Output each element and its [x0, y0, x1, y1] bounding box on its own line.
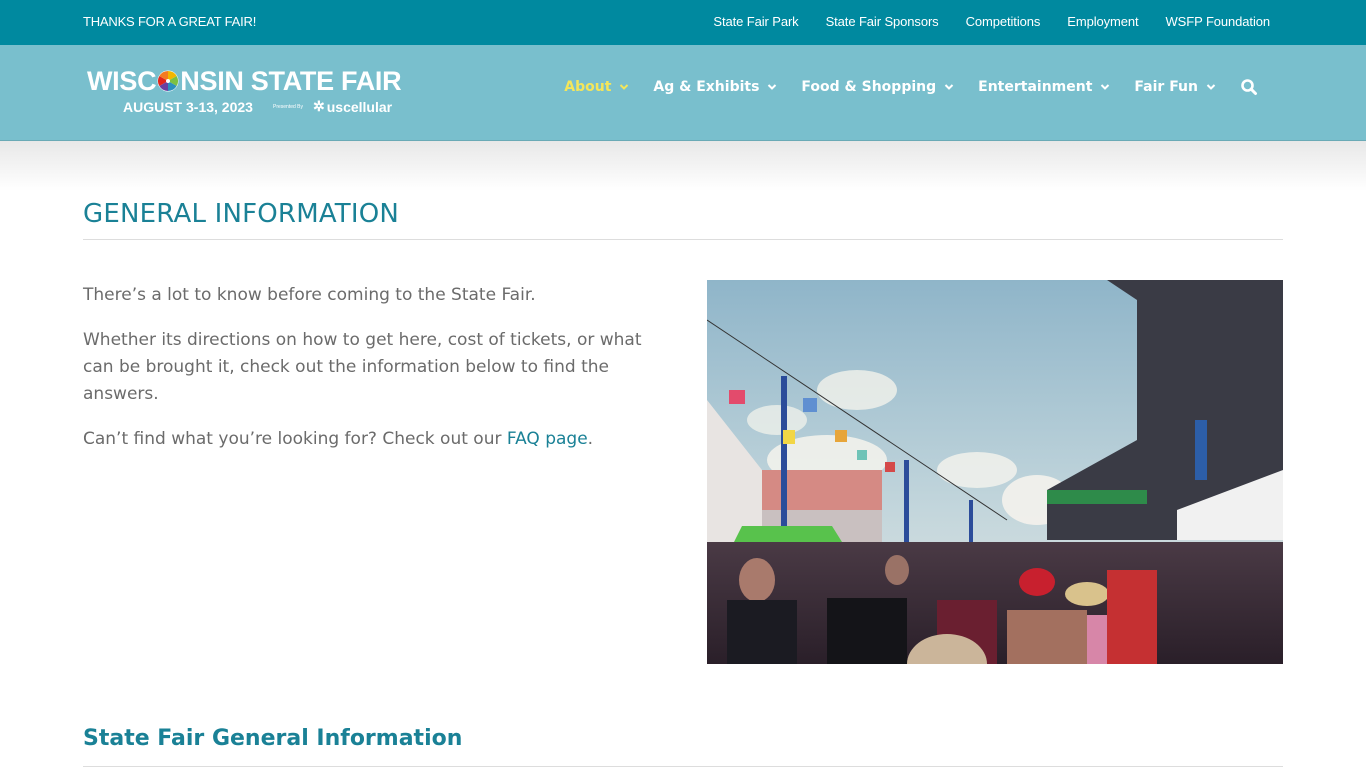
title-divider [83, 239, 1283, 240]
nav-item-food-shopping[interactable]: Food & Shopping [801, 79, 954, 95]
section-title: State Fair General Information [83, 726, 463, 751]
link-employment[interactable]: Employment [1067, 14, 1138, 29]
sponsor-logo: ✲ uscellular [313, 98, 392, 115]
nav-label: Ag & Exhibits [653, 79, 760, 95]
intro-text: There’s a lot to know before coming to t… [83, 282, 673, 471]
presented-by: Presented By [273, 104, 304, 110]
header-shadow [0, 141, 1366, 191]
fair-crowd-photo [707, 280, 1283, 664]
site-logo[interactable]: WISC NSIN STATE FAIR AUGUST 3-13, 2023 P… [87, 66, 432, 122]
nav-item-fair-fun[interactable]: Fair Fun [1134, 79, 1216, 95]
link-state-fair-park[interactable]: State Fair Park [713, 14, 798, 29]
faq-link[interactable]: FAQ page [507, 429, 588, 449]
tagline: THANKS FOR A GREAT FAIR! [83, 14, 257, 29]
logo-title: WISC NSIN STATE FAIR [87, 66, 402, 96]
link-competitions[interactable]: Competitions [966, 14, 1041, 29]
secondary-nav: State Fair Park State Fair Sponsors Comp… [713, 14, 1270, 29]
logo-title-part: WISC [87, 66, 157, 96]
nav-label: Entertainment [978, 79, 1093, 95]
chevron-down-icon [620, 84, 629, 90]
logo-title-part: NSIN STATE FAIR [180, 66, 402, 96]
fair-emblem-icon [157, 70, 179, 92]
nav-item-entertainment[interactable]: Entertainment [978, 79, 1110, 95]
link-wsfp-foundation[interactable]: WSFP Foundation [1166, 14, 1271, 29]
chevron-down-icon [1206, 84, 1216, 90]
fair-crowd-illustration [707, 280, 1283, 664]
nav-label: Food & Shopping [801, 79, 937, 95]
page-title: GENERAL INFORMATION [83, 199, 400, 229]
top-bar: THANKS FOR A GREAT FAIR! State Fair Park… [0, 0, 1366, 45]
chevron-down-icon [944, 84, 954, 90]
uscellular-star-icon: ✲ [313, 98, 325, 114]
faq-paragraph: Can’t find what you’re looking for? Chec… [83, 426, 673, 453]
faq-prefix: Can’t find what you’re looking for? Chec… [83, 429, 507, 449]
search-icon[interactable] [1240, 78, 1258, 96]
intro-paragraph: There’s a lot to know before coming to t… [83, 285, 536, 305]
nav-label: Fair Fun [1134, 79, 1198, 95]
sponsor-name: uscellular [326, 98, 393, 115]
chevron-down-icon [768, 84, 777, 90]
nav-item-about[interactable]: About [564, 79, 629, 95]
chevron-down-icon [1101, 84, 1110, 90]
nav-label: About [564, 79, 612, 95]
intro-paragraph: Whether its directions on how to get her… [83, 330, 642, 404]
link-state-fair-sponsors[interactable]: State Fair Sponsors [826, 14, 939, 29]
section-divider [83, 766, 1283, 767]
faq-suffix: . [587, 429, 594, 449]
fair-dates: AUGUST 3-13, 2023 [123, 99, 253, 115]
nav-item-ag-exhibits[interactable]: Ag & Exhibits [653, 79, 777, 95]
main-nav: About Ag & Exhibits Food & Shopping Ente… [564, 78, 1258, 96]
